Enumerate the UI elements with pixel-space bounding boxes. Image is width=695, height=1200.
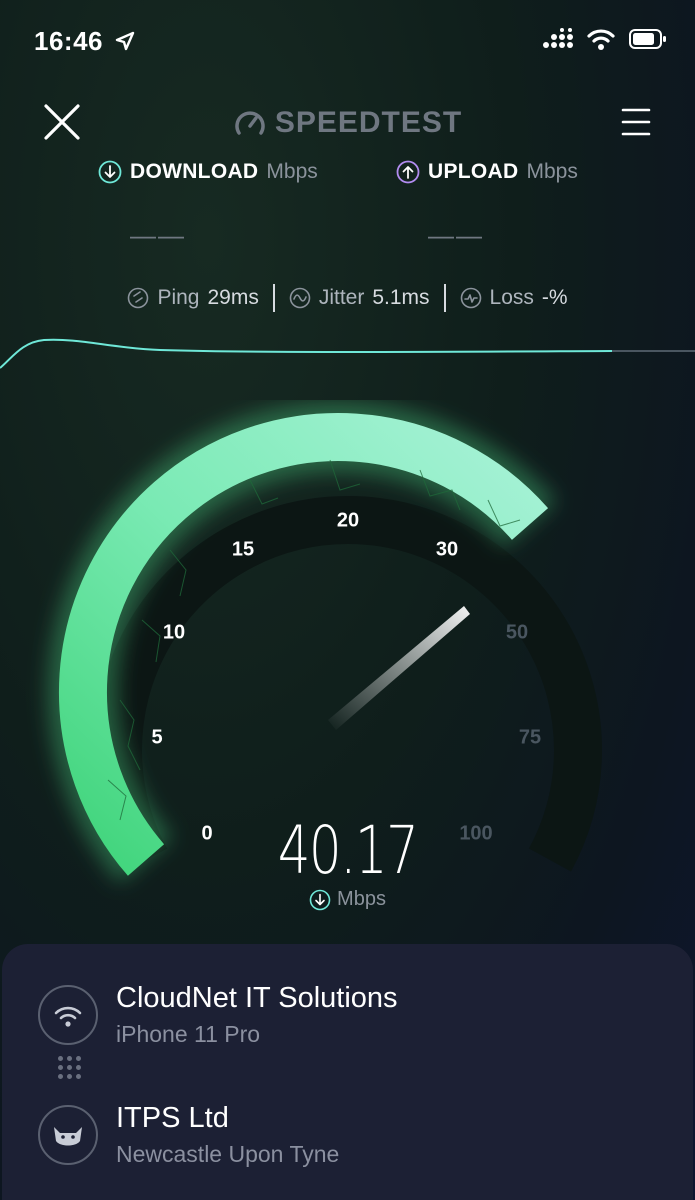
jitter-icon <box>289 287 311 309</box>
jitter-stat: Jitter 5.1ms <box>275 286 444 310</box>
provider-info: CloudNet IT Solutions iPhone 11 Pro <box>116 982 398 1048</box>
ping-icon <box>128 287 149 309</box>
device-name: iPhone 11 Pro <box>116 1021 261 1047</box>
download-arrow-icon <box>309 889 331 910</box>
download-unit: Mbps <box>266 160 318 183</box>
download-value: —— <box>130 220 186 250</box>
ping-stat: Ping 29ms <box>113 286 272 310</box>
cellular-signal-icon <box>543 28 573 48</box>
download-label: DOWNLOAD <box>130 160 259 183</box>
scale-label-50: 50 <box>505 621 529 644</box>
upload-value: —— <box>428 220 484 250</box>
menu-button[interactable] <box>619 104 653 140</box>
scale-label-75: 75 <box>518 726 542 749</box>
upload-header: UPLOAD Mbps <box>396 160 578 184</box>
scale-label-5: 5 <box>151 726 163 749</box>
jitter-value: 5.1ms <box>372 286 430 309</box>
server-info: ITPS Ltd Newcastle Upon Tyne <box>116 1102 339 1168</box>
server-location: Newcastle Upon Tyne <box>116 1141 340 1167</box>
packet-loss-icon <box>460 287 481 309</box>
speed-reading: 40.17 <box>277 812 419 889</box>
status-time: 16:46 <box>34 26 135 57</box>
wifi-icon <box>587 29 615 50</box>
loss-value: -% <box>541 286 568 309</box>
upload-unit: Mbps <box>526 160 578 183</box>
loss-label: Loss <box>489 286 534 309</box>
throughput-graph <box>0 338 695 369</box>
ping-label: Ping <box>157 286 200 309</box>
server-logo-icon <box>54 1127 82 1146</box>
provider-name: CloudNet IT Solutions <box>116 982 398 1014</box>
battery-icon <box>629 29 666 49</box>
loss-stat: Loss -% <box>446 286 582 310</box>
connection-dots <box>58 1056 82 1079</box>
server-name: ITPS Ltd <box>116 1102 229 1134</box>
gauge-track <box>94 496 602 872</box>
scale-label-30: 30 <box>435 538 459 561</box>
scale-label-20: 20 <box>336 509 360 532</box>
status-icons <box>543 28 667 50</box>
upload-arrow-icon <box>396 160 420 184</box>
provider-row[interactable]: CloudNet IT Solutions iPhone 11 Pro <box>38 982 398 1048</box>
server-avatar <box>38 1105 98 1165</box>
download-header: DOWNLOAD Mbps <box>98 160 318 184</box>
wifi-icon <box>54 1006 82 1027</box>
jitter-label: Jitter <box>318 286 365 309</box>
upload-label: UPLOAD <box>428 160 519 183</box>
scale-label-15: 15 <box>231 538 255 561</box>
gauge-needle <box>328 606 470 730</box>
scale-label-10: 10 <box>162 621 186 644</box>
ping-value: 29ms <box>207 286 259 309</box>
speed-reading-unit: Mbps <box>0 888 695 911</box>
hamburger-menu-icon <box>621 108 651 136</box>
stats-row: Ping 29ms Jitter 5.1ms Loss -% <box>0 284 695 312</box>
provider-avatar <box>38 985 98 1045</box>
speedometer-icon <box>235 111 265 135</box>
brand-logo: SPEEDTEST <box>0 106 695 140</box>
download-arrow-icon <box>98 160 122 184</box>
location-arrow-icon <box>115 31 134 51</box>
brand-name: SPEEDTEST <box>274 106 463 139</box>
server-row[interactable]: ITPS Ltd Newcastle Upon Tyne <box>38 1102 339 1168</box>
